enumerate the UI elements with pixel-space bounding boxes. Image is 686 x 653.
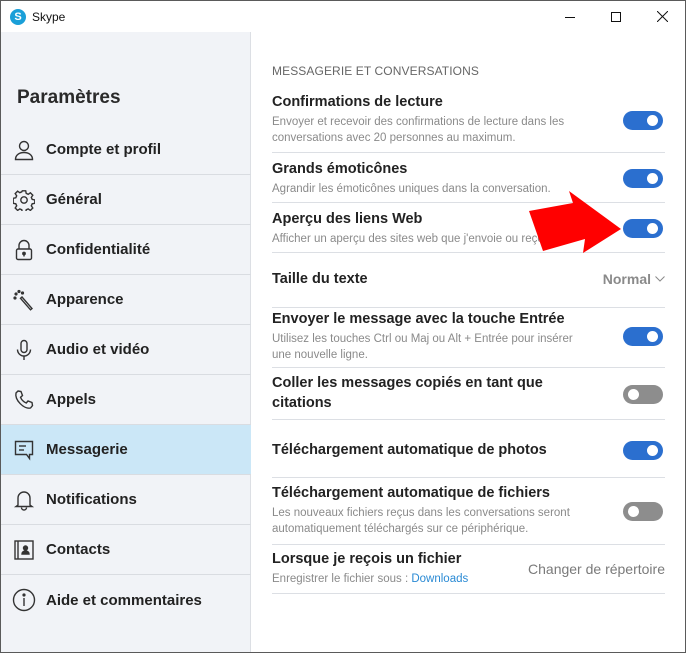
info-icon bbox=[12, 588, 36, 612]
settings-content: MESSAGERIE ET CONVERSATIONS Confirmation… bbox=[252, 32, 685, 652]
toggle-knob bbox=[647, 173, 658, 184]
toggle-knob bbox=[628, 389, 639, 400]
phone-icon bbox=[12, 388, 36, 412]
chevron-down-icon bbox=[655, 276, 665, 282]
auto-download-photos-toggle[interactable] bbox=[623, 441, 663, 460]
change-directory-button[interactable]: Changer de répertoire bbox=[528, 561, 665, 577]
setting-title: Coller les messages copiés en tant que c… bbox=[272, 375, 543, 411]
sidebar-title: Paramètres bbox=[17, 87, 121, 108]
sidebar-item-label: Messagerie bbox=[46, 441, 128, 458]
sidebar-item-audio-video[interactable]: Audio et vidéo bbox=[1, 325, 251, 375]
settings-sidebar: Paramètres Compte et profil Général Conf… bbox=[1, 32, 251, 652]
setting-title: Téléchargement automatique de photos bbox=[272, 442, 547, 458]
read-receipts-toggle[interactable] bbox=[623, 111, 663, 130]
toggle-knob bbox=[647, 445, 658, 456]
setting-auto-download-photos: Téléchargement automatique de photos bbox=[272, 420, 665, 478]
minimize-icon bbox=[565, 16, 575, 18]
minimize-button[interactable] bbox=[547, 1, 593, 32]
sidebar-item-label: Audio et vidéo bbox=[46, 341, 150, 358]
large-emoticons-toggle[interactable] bbox=[623, 169, 663, 188]
close-button[interactable] bbox=[639, 1, 685, 32]
settings-nav: Compte et profil Général Confidentialité… bbox=[1, 125, 251, 625]
setting-description: Utilisez les touches Ctrl ou Maj ou Alt … bbox=[272, 333, 573, 361]
contact-card-icon bbox=[12, 538, 36, 562]
app-title: Skype bbox=[32, 9, 66, 24]
setting-auto-download-files: Téléchargement automatique de fichiers L… bbox=[272, 478, 665, 545]
sidebar-item-label: Notifications bbox=[46, 491, 137, 508]
paste-as-quote-toggle[interactable] bbox=[623, 385, 663, 404]
message-icon bbox=[12, 438, 36, 462]
sidebar-item-contacts[interactable]: Contacts bbox=[1, 525, 251, 575]
sidebar-item-label: Compte et profil bbox=[46, 141, 161, 158]
dropdown-value: Normal bbox=[602, 271, 651, 287]
person-icon bbox=[12, 138, 36, 162]
sidebar-item-general[interactable]: Général bbox=[1, 175, 251, 225]
setting-paste-as-quote: Coller les messages copiés en tant que c… bbox=[272, 368, 665, 420]
setting-read-receipts: Confirmations de lecture Envoyer et rece… bbox=[272, 92, 665, 153]
setting-text-size: Taille du texte Normal bbox=[272, 253, 665, 308]
sidebar-item-help[interactable]: Aide et commentaires bbox=[1, 575, 251, 625]
setting-title: Envoyer le message avec la touche Entrée bbox=[272, 311, 565, 327]
window-controls bbox=[547, 1, 685, 32]
sidebar-item-privacy[interactable]: Confidentialité bbox=[1, 225, 251, 275]
setting-enter-to-send: Envoyer le message avec la touche Entrée… bbox=[272, 308, 665, 368]
setting-description: Les nouveaux fichiers reçus dans les con… bbox=[272, 507, 570, 535]
sidebar-item-label: Contacts bbox=[46, 541, 111, 558]
sidebar-item-label: Aide et commentaires bbox=[46, 591, 202, 609]
skype-logo-icon: S bbox=[10, 8, 26, 25]
setting-title: Téléchargement automatique de fichiers bbox=[272, 485, 550, 501]
sidebar-item-notifications[interactable]: Notifications bbox=[1, 475, 251, 525]
sidebar-item-account[interactable]: Compte et profil bbox=[1, 125, 251, 175]
section-title: MESSAGERIE ET CONVERSATIONS bbox=[272, 64, 479, 78]
sidebar-item-label: Confidentialité bbox=[46, 241, 151, 258]
enter-to-send-toggle[interactable] bbox=[623, 327, 663, 346]
toggle-knob bbox=[647, 331, 658, 342]
skype-window: S Skype Paramètres Compte et profil Géné… bbox=[0, 0, 686, 653]
gear-icon bbox=[12, 188, 36, 212]
toggle-knob bbox=[647, 223, 658, 234]
sidebar-item-label: Appels bbox=[46, 391, 97, 408]
auto-download-files-toggle[interactable] bbox=[623, 502, 663, 521]
title-bar[interactable]: S Skype bbox=[1, 1, 685, 32]
setting-description: Envoyer et recevoir des confirmations de… bbox=[272, 116, 565, 144]
lock-icon bbox=[12, 238, 36, 262]
web-link-preview-toggle[interactable] bbox=[623, 219, 663, 238]
sidebar-item-messaging[interactable]: Messagerie bbox=[1, 425, 251, 475]
text-size-dropdown[interactable]: Normal bbox=[603, 271, 665, 287]
downloads-folder-link[interactable]: Downloads bbox=[411, 573, 468, 585]
sidebar-item-calls[interactable]: Appels bbox=[1, 375, 251, 425]
maximize-icon bbox=[611, 11, 621, 22]
setting-file-received: Lorsque je reçois un fichier Enregistrer… bbox=[272, 545, 665, 594]
bell-icon bbox=[12, 488, 36, 512]
save-location-label: Enregistrer le fichier sous : bbox=[272, 573, 412, 585]
sidebar-item-label: Apparence bbox=[46, 291, 124, 308]
toggle-knob bbox=[647, 115, 658, 126]
toggle-knob bbox=[628, 506, 639, 517]
close-icon bbox=[656, 11, 668, 22]
microphone-icon bbox=[12, 338, 36, 362]
maximize-button[interactable] bbox=[593, 1, 639, 32]
setting-title: Confirmations de lecture bbox=[272, 94, 443, 110]
red-arrow-annotation bbox=[529, 191, 621, 253]
setting-title: Grands émoticônes bbox=[272, 161, 408, 177]
sidebar-item-appearance[interactable]: Apparence bbox=[1, 275, 251, 325]
arrow-shape bbox=[529, 191, 621, 253]
sidebar-item-label: Général bbox=[46, 191, 102, 208]
magic-wand-icon bbox=[12, 288, 36, 312]
